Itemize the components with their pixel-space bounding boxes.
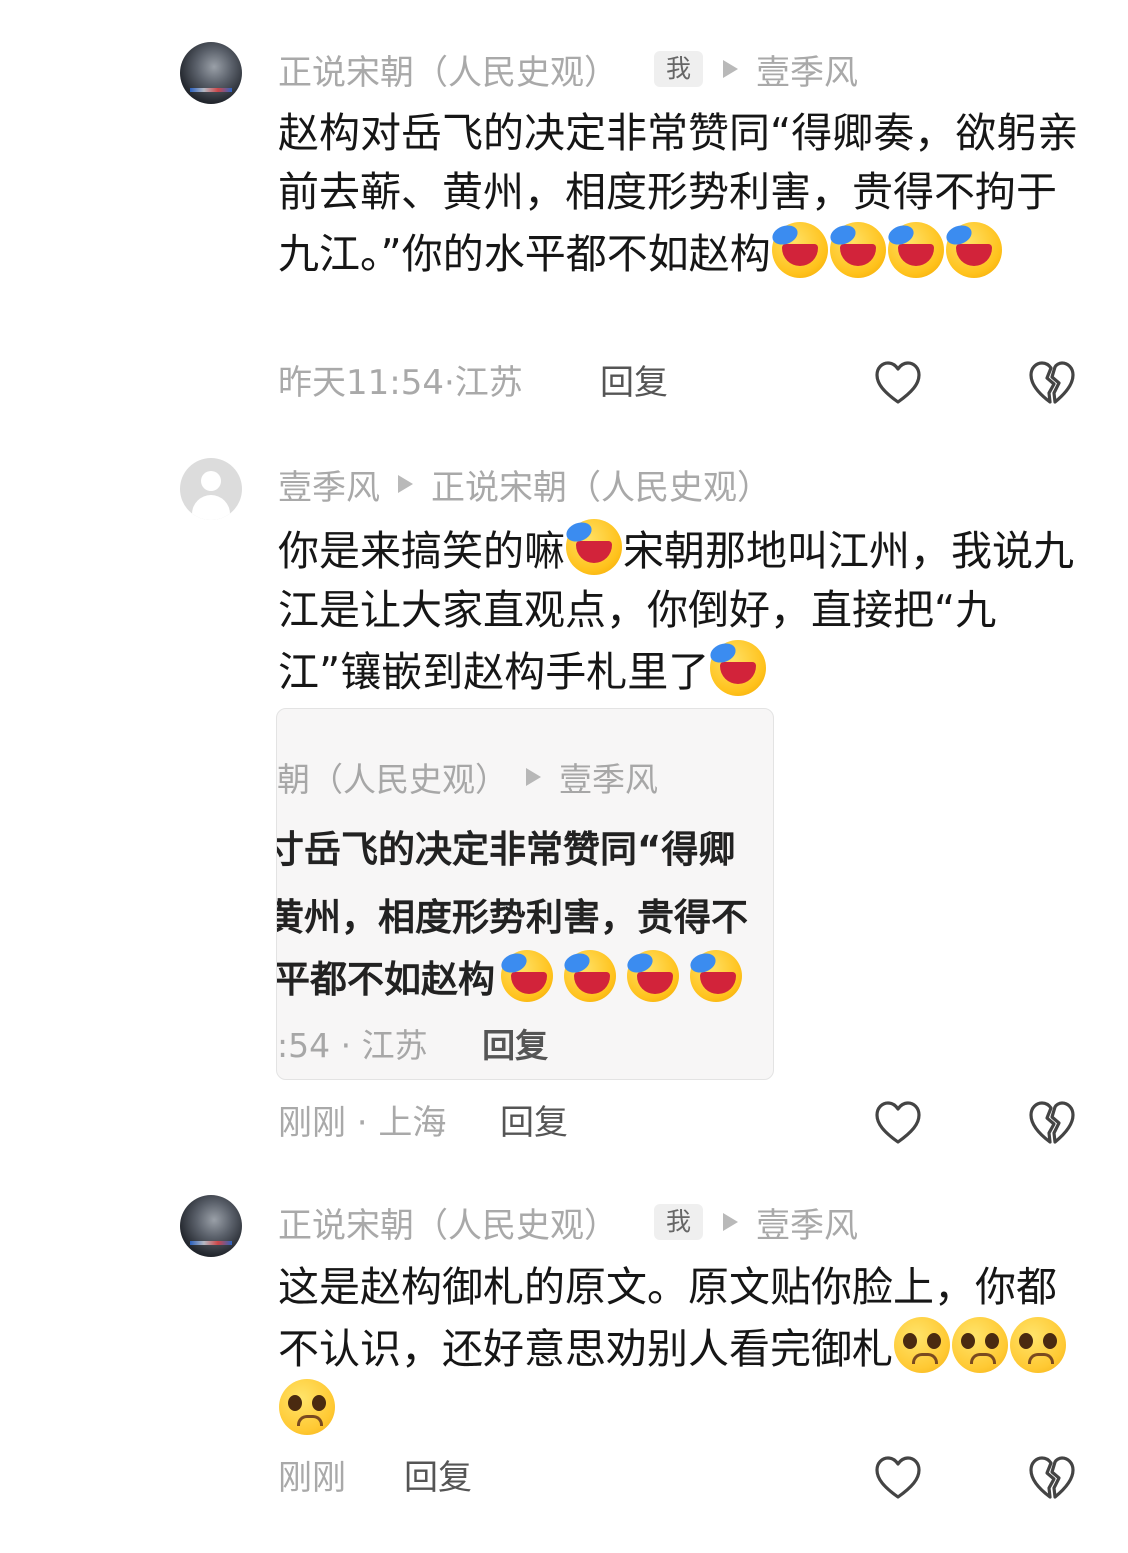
comment-meta: 壹季风 正说宋朝（人民史观） — [278, 459, 771, 509]
broken-heart-icon[interactable] — [1028, 360, 1076, 406]
laughing-crying-emoji-icon — [627, 950, 679, 1002]
reply-arrow-icon — [723, 1213, 739, 1231]
pleading-face-emoji-icon — [952, 1317, 1008, 1373]
me-badge: 我 — [654, 1204, 704, 1240]
laughing-crying-emoji-icon — [771, 222, 828, 278]
laughing-crying-emoji-icon — [945, 222, 1002, 278]
laughing-crying-emoji-icon — [710, 640, 767, 696]
laughing-crying-emoji-icon — [564, 950, 616, 1002]
author-name[interactable]: 正说宋朝（人民史观） — [278, 45, 618, 94]
comment-text: 赵构对岳飞的决定非常赞同“得卿奏，欲躬亲前去蕲、黄州，相度形势利害，贵得不拘于九… — [278, 104, 1088, 284]
comment-text: 你是来搞笑的嘛 宋朝那地叫江州，我说九江是让大家直观点，你倒好，直接把“九江”镶嵌… — [278, 519, 1088, 702]
heart-outline-icon[interactable] — [874, 360, 922, 406]
quote-timestamp: :54 · 江苏 — [277, 1026, 428, 1065]
comment-meta: 正说宋朝（人民史观） 我 壹季风 — [278, 44, 858, 94]
pleading-face-emoji-icon — [894, 1317, 950, 1373]
reply-button[interactable]: 回复 — [500, 1098, 568, 1148]
avatar[interactable] — [180, 42, 242, 104]
heart-outline-icon[interactable] — [874, 1100, 922, 1146]
quote-line-1: 寸岳飞的决定非常赞同“得卿 — [276, 828, 736, 871]
me-badge: 我 — [654, 51, 704, 87]
quote-author: 朝（人民史观） — [277, 760, 508, 799]
pleading-face-emoji-icon — [1010, 1317, 1066, 1373]
timestamp: 昨天11:54·江苏 — [278, 363, 523, 403]
reply-arrow-icon — [398, 475, 413, 493]
avatar[interactable] — [180, 1195, 242, 1257]
quote-line-3-wrap: 平都不如赵构 — [276, 949, 743, 1003]
laughing-crying-emoji-icon — [501, 950, 553, 1002]
comment-text: 这是赵构御札的原文。原文贴你脸上，你都不认识，还好意思劝别人看完御札 — [278, 1258, 1088, 1441]
quoted-screenshot-image[interactable]: 朝（人民史观） 壹季风 寸岳飞的决定非常赞同“得卿 黄州，相度形势利害，贵得不 … — [276, 708, 774, 1080]
avatar-head — [201, 471, 221, 491]
broken-heart-icon[interactable] — [1028, 1100, 1076, 1146]
author-name[interactable]: 正说宋朝（人民史观） — [278, 1198, 618, 1247]
quote-reply-label: 回复 — [482, 1026, 549, 1065]
quote-footer: :54 · 江苏 回复 — [277, 1021, 548, 1071]
laughing-crying-emoji-icon — [829, 222, 886, 278]
laughing-crying-emoji-icon — [690, 950, 742, 1002]
author-name[interactable]: 壹季风 — [278, 460, 380, 509]
reply-arrow-icon — [723, 60, 739, 78]
quote-meta: 朝（人民史观） 壹季风 — [277, 749, 658, 805]
comment-text-part-a: 你是来搞笑的嘛 — [278, 527, 565, 575]
timestamp: 刚刚 · 上海 — [278, 1103, 447, 1143]
reply-to-name[interactable]: 正说宋朝（人民史观） — [431, 460, 771, 509]
quote-line-2: 黄州，相度形势利害，贵得不 — [276, 896, 748, 939]
heart-outline-icon[interactable] — [874, 1455, 922, 1501]
broken-heart-icon[interactable] — [1028, 1455, 1076, 1501]
reply-arrow-icon — [526, 768, 541, 786]
reply-button[interactable]: 回复 — [600, 358, 668, 408]
comment-footer: 刚刚 回复 — [278, 1453, 1128, 1503]
comment-footer: 刚刚 · 上海 回复 — [278, 1098, 1128, 1148]
timestamp: 刚刚 — [278, 1458, 346, 1498]
quote-reply-to: 壹季风 — [559, 760, 658, 799]
laughing-crying-emoji-icon — [566, 519, 622, 575]
pleading-face-emoji-icon — [279, 1379, 335, 1435]
laughing-crying-emoji-icon — [887, 222, 944, 278]
comment-meta: 正说宋朝（人民史观） 我 壹季风 — [278, 1197, 858, 1247]
reply-to-name[interactable]: 壹季风 — [756, 45, 858, 94]
avatar-body — [192, 495, 230, 520]
comment-footer: 昨天11:54·江苏 回复 — [278, 358, 1128, 408]
quote-line-3: 平都不如赵构 — [276, 958, 495, 1001]
reply-button[interactable]: 回复 — [404, 1453, 472, 1503]
reply-to-name[interactable]: 壹季风 — [756, 1198, 858, 1247]
avatar[interactable] — [180, 458, 242, 520]
